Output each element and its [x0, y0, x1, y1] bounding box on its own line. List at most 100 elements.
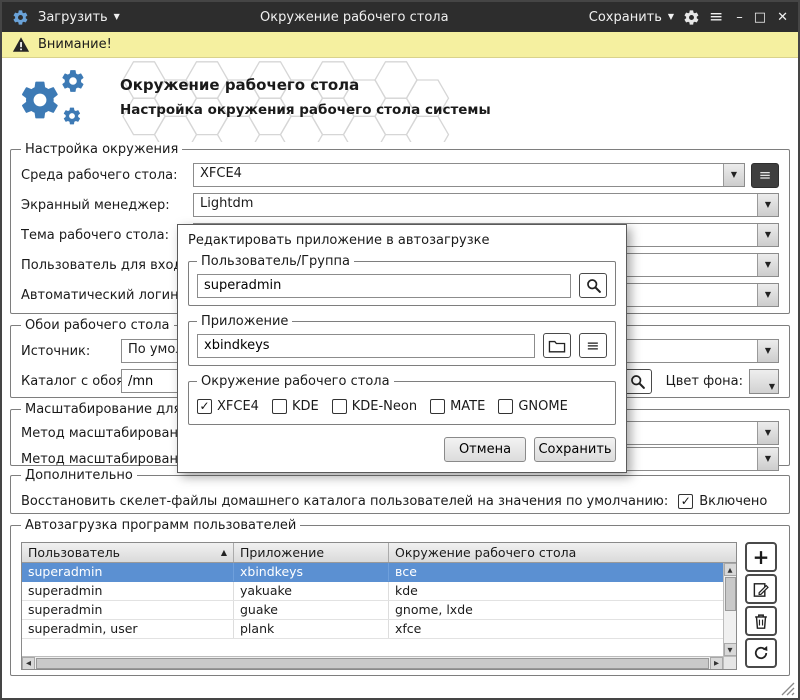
app-gear-icon — [12, 9, 29, 26]
column-header-user[interactable]: Пользователь ▲ — [22, 543, 234, 562]
table-header: Пользователь ▲ Приложение Окружение рабо… — [22, 543, 736, 563]
save-label: Сохранить — [589, 10, 662, 25]
desktop-environment-label: Среда рабочего стола: — [21, 168, 193, 183]
status-bar — [2, 678, 798, 698]
save-menu-button[interactable]: Сохранить ▼ — [589, 10, 674, 25]
display-manager-label: Экранный менеджер: — [21, 198, 193, 213]
edit-button[interactable] — [745, 574, 777, 604]
table-cell: superadmin — [22, 563, 234, 581]
cancel-button[interactable]: Отмена — [444, 437, 526, 462]
scroll-thumb[interactable] — [725, 577, 736, 611]
env-option-kde[interactable]: KDE — [272, 399, 319, 414]
additional-legend: Дополнительно — [21, 468, 137, 483]
warning-text: Внимание! — [38, 37, 112, 52]
application-legend: Приложение — [197, 314, 292, 329]
chevron-down-icon: ▼ — [765, 231, 771, 239]
environment-list-button[interactable]: ≡ — [751, 163, 779, 188]
close-button[interactable]: ✕ — [777, 10, 788, 25]
column-label: Пользователь — [28, 545, 120, 560]
settings-gear-icon[interactable] — [683, 9, 700, 26]
resize-grip[interactable] — [779, 680, 795, 696]
checkbox-icon — [430, 399, 445, 414]
table-cell: все — [389, 563, 723, 581]
checkbox-icon: ✓ — [197, 399, 212, 414]
dropdown-button[interactable]: ▼ — [757, 340, 778, 362]
list-icon: ≡ — [759, 166, 772, 184]
dropdown-button[interactable]: ▼ — [757, 194, 778, 216]
load-menu-button[interactable]: Загрузить ▼ — [38, 10, 120, 25]
chevron-down-icon: ▼ — [765, 455, 771, 463]
table-row[interactable]: superadmin, userplankxfce — [22, 620, 723, 639]
application-fieldset: Приложение ≡ — [188, 314, 616, 366]
restore-skel-label: Восстановить скелет-файлы домашнего ката… — [21, 494, 668, 509]
dropdown-button[interactable]: ▼ — [757, 448, 778, 470]
table-row[interactable]: superadminguakegnome, lxde — [22, 601, 723, 620]
menu-icon[interactable]: ≡ — [709, 9, 723, 26]
maximize-button[interactable]: □ — [754, 10, 766, 25]
horizontal-scrollbar[interactable]: ◀ ▶ — [22, 656, 723, 669]
table-cell: superadmin — [22, 582, 234, 600]
column-header-env[interactable]: Окружение рабочего стола — [389, 543, 736, 562]
minimize-button[interactable]: – — [736, 10, 743, 25]
dropdown-button[interactable]: ▼ — [757, 422, 778, 444]
delete-button[interactable] — [745, 606, 777, 636]
env-option-mate[interactable]: MATE — [430, 399, 485, 414]
env-option-gnome[interactable]: GNOME — [498, 399, 567, 414]
vertical-scrollbar[interactable]: ▲ ▼ — [723, 563, 736, 656]
login-user-label: Пользователь для входа — [21, 258, 193, 273]
option-label: KDE — [292, 399, 319, 414]
scroll-right-icon[interactable]: ▶ — [710, 657, 723, 670]
dialog-title: Редактировать приложение в автозагрузке — [178, 225, 626, 254]
wallpaper-dir-label: Каталог с обоями: — [21, 374, 121, 389]
scroll-up-icon[interactable]: ▲ — [724, 563, 737, 576]
search-icon — [585, 277, 602, 294]
scrollbar-corner — [723, 656, 736, 669]
header-title: Окружение рабочего стола — [120, 76, 359, 94]
table-actions: + — [745, 542, 779, 670]
browse-app-button[interactable] — [543, 333, 571, 358]
dialog-env-legend: Окружение рабочего стола — [197, 374, 394, 389]
add-button[interactable]: + — [745, 542, 777, 572]
chevron-down-icon: ▼ — [769, 383, 775, 391]
env-option-kde-neon[interactable]: KDE-Neon — [332, 399, 417, 414]
app-menu-button[interactable]: ≡ — [579, 333, 607, 358]
enabled-checkbox[interactable]: ✓ — [678, 494, 693, 509]
app-logo — [18, 66, 94, 134]
column-header-app[interactable]: Приложение — [234, 543, 389, 562]
table-row[interactable]: superadminyakuakekde — [22, 582, 723, 601]
wallpaper-source-label: Источник: — [21, 344, 121, 359]
scroll-down-icon[interactable]: ▼ — [724, 643, 737, 656]
search-user-button[interactable] — [579, 273, 607, 298]
checkbox-icon — [498, 399, 513, 414]
application-input[interactable] — [197, 334, 535, 358]
display-manager-select[interactable]: Lightdm ▼ — [193, 193, 779, 217]
menu-icon: ≡ — [586, 336, 599, 355]
save-button[interactable]: Сохранить — [534, 437, 616, 462]
additional-group: Дополнительно Восстановить скелет-файлы … — [10, 468, 790, 514]
hex-pattern — [120, 58, 460, 142]
scroll-left-icon[interactable]: ◀ — [22, 657, 35, 670]
option-label: GNOME — [518, 399, 567, 414]
scroll-thumb[interactable] — [36, 658, 709, 669]
dropdown-button[interactable]: ▼ — [723, 164, 744, 186]
chevron-down-icon: ▼ — [765, 261, 771, 269]
folder-icon — [548, 338, 566, 354]
desktop-environment-select[interactable]: XFCE4 ▼ — [193, 163, 745, 187]
titlebar: Загрузить ▼ Окружение рабочего стола Сох… — [2, 2, 798, 32]
logo-gear-icon — [18, 78, 62, 122]
dropdown-button[interactable]: ▼ — [757, 284, 778, 306]
bg-color-picker[interactable]: ▼ — [749, 369, 779, 394]
search-icon — [629, 373, 646, 390]
column-label: Приложение — [240, 545, 324, 560]
env-option-xfce4[interactable]: ✓ XFCE4 — [197, 399, 259, 414]
table-cell: plank — [234, 620, 389, 638]
dropdown-button[interactable]: ▼ — [757, 254, 778, 276]
search-wallpaper-button[interactable] — [624, 369, 652, 394]
option-label: KDE-Neon — [352, 399, 417, 414]
table-row[interactable]: superadminxbindkeysвсе — [22, 563, 723, 582]
dropdown-button[interactable]: ▼ — [757, 224, 778, 246]
trash-icon — [752, 612, 770, 630]
user-group-input[interactable] — [197, 274, 571, 298]
refresh-button[interactable] — [745, 638, 777, 668]
chevron-down-icon: ▼ — [668, 13, 674, 21]
